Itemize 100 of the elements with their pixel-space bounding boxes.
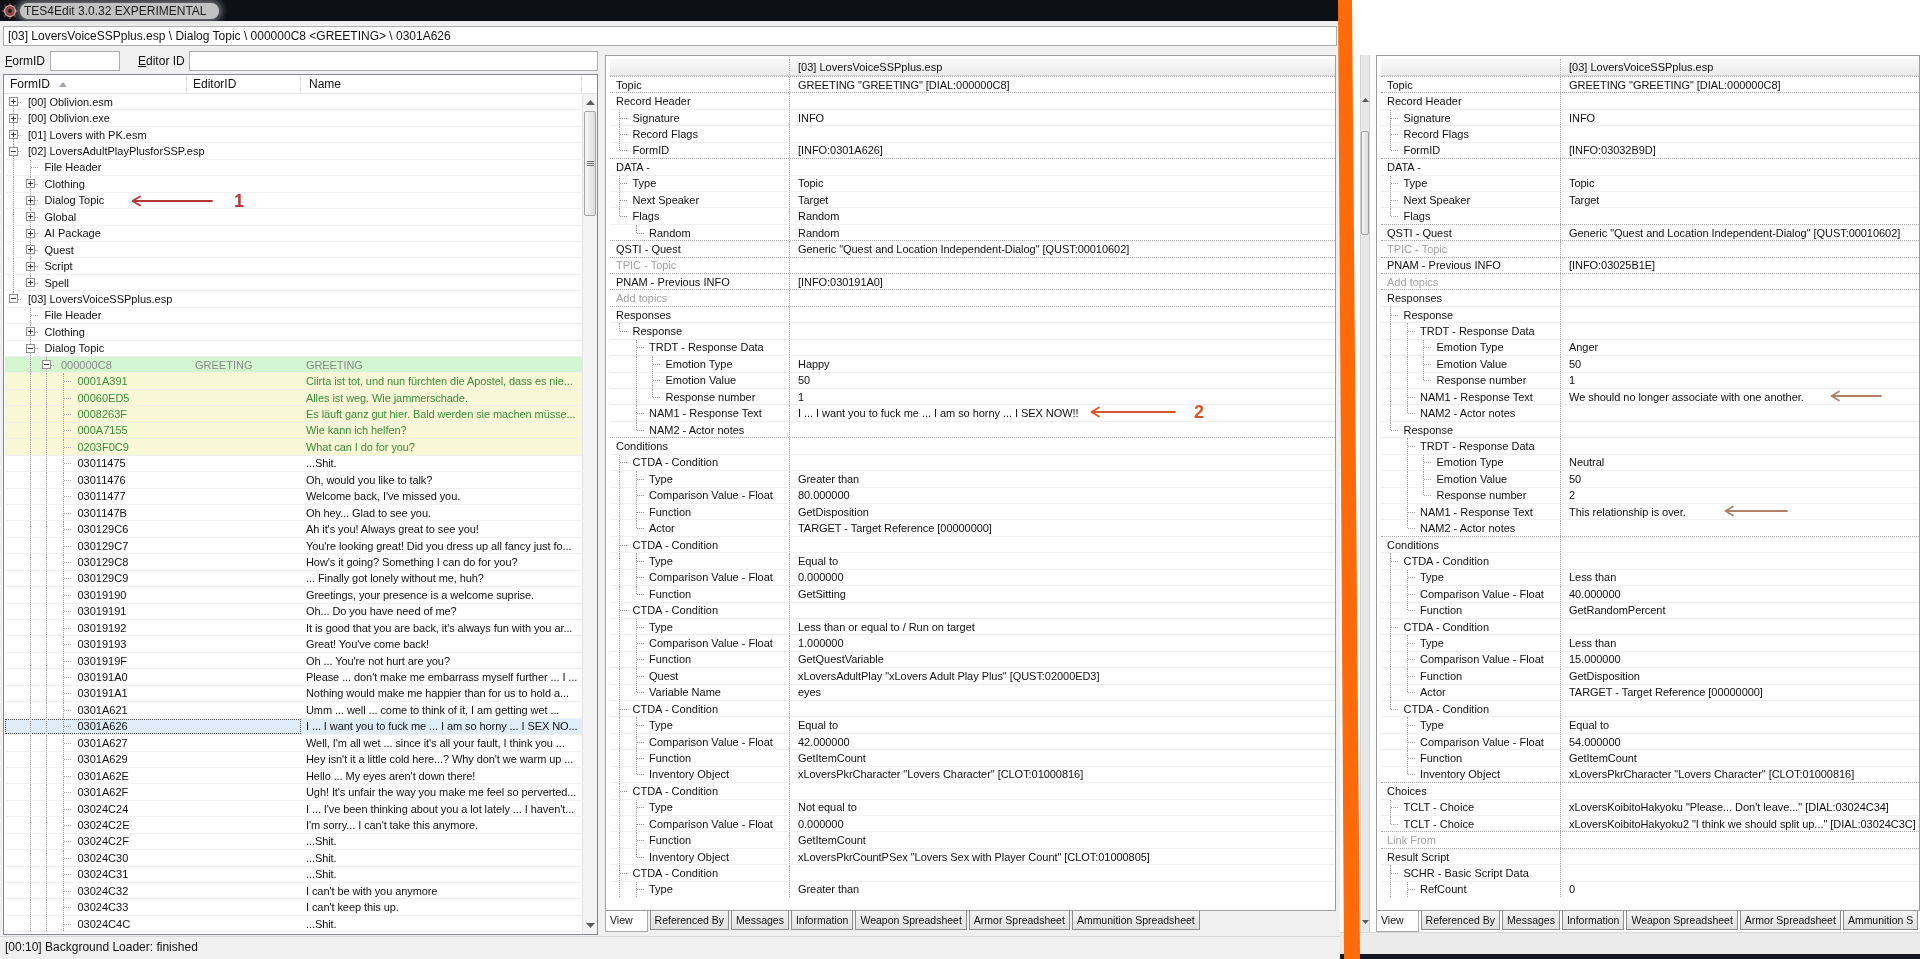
tree-row[interactable]: 03019193 Great! You've come back! [5,636,582,653]
minus-box-icon[interactable] [42,360,51,370]
tree-row[interactable]: [00] Oblivion.exe [5,110,582,127]
form-id: 030191A1 [77,686,128,701]
tree-row[interactable]: 0203F0C9 What can I do for you? [5,439,582,456]
scroll-down-icon[interactable] [1361,920,1369,924]
tree-row[interactable]: 0301A621 Umm ... well ... come to think of it, I am getting wet ... [5,702,582,719]
tab[interactable]: Messages [1502,911,1560,930]
minus-box-icon[interactable] [9,294,18,304]
tree-row[interactable]: 030129C8 How's it going? Something I can do for you? [5,554,582,571]
plus-box-icon[interactable] [25,245,35,255]
field-label: Comparison Value - Float [649,570,773,585]
plus-box-icon[interactable] [25,327,35,337]
tab[interactable]: Information [1561,911,1625,930]
minus-box-icon[interactable] [9,146,18,156]
plus-box-icon[interactable] [9,130,18,140]
tree-row[interactable]: Clothing [5,176,582,193]
tab[interactable]: Armor Spreadsheet [968,911,1070,930]
plus-box-icon[interactable] [25,195,35,205]
field-label: TPIC - Topic [616,258,677,273]
minus-box-icon[interactable] [25,343,35,353]
column-header[interactable]: Name [301,75,582,93]
tree-row[interactable]: 03019192 It is good that you are back, it's always fun with you ar... [5,620,582,637]
plus-box-icon[interactable] [9,97,18,107]
scroll-down-icon[interactable] [585,923,595,928]
tree-row[interactable]: 03024C2E I'm sorry... I can't take this anymore. [5,817,582,834]
field-value: Greater than [798,471,860,486]
filter-field[interactable] [50,50,120,71]
tab[interactable]: Ammunition S [1842,911,1919,930]
field-value: 42.000000 [798,734,850,749]
plus-box-icon[interactable] [25,179,35,189]
column-header[interactable]: EditorID [187,75,301,93]
tree-row[interactable]: [00] Oblivion.esm [5,94,582,111]
column-header[interactable]: FormID [4,75,187,93]
tab[interactable]: Weapon Spreadsheet [1626,911,1738,930]
tree-row[interactable]: 030191A0 Please ... don't make me embarrass myself further ... I ... [5,669,582,686]
field-label: PNAM - Previous INFO [616,274,730,289]
scrollbar-thumb[interactable] [1361,131,1369,235]
tab[interactable]: View [605,911,648,932]
form-id: [02] LoversAdultPlayPlusforSSP.esp [28,144,205,159]
field-label: TRDT - Response Data [1420,324,1535,339]
tree-row[interactable]: Global [5,209,582,226]
tree-row[interactable]: 03024C33 I can't keep this up. [5,899,582,916]
field-label: CTDA - Condition [632,865,719,880]
tree-row[interactable]: 0301A627 Well, I'm all wet ... since it's all your fault, I think you ... [5,735,582,752]
annotation-number: 1 [234,192,244,210]
path-field[interactable]: [03] LoversVoiceSSPplus.esp \ Dialog Topic \ 000000C8 <GREETING> \ 0301A626 [3,26,1337,46]
field-label: TRDT - Response Data [649,340,764,355]
tab[interactable]: Ammunition Spreadsheet [1071,911,1200,930]
filter-field[interactable] [188,50,598,71]
field-value: GetItemCount [798,833,866,848]
field-label: Type [1420,636,1444,651]
plus-box-icon[interactable] [25,212,35,222]
field-label: DATA - [1387,159,1421,174]
tab[interactable]: Referenced By [649,911,730,930]
tree-row[interactable]: 03024C30 ...Shit. [5,850,582,867]
tree-row[interactable]: 03019190 Greetings, your presence is a welcome suprise. [5,587,582,604]
tree-row[interactable]: 03024C32 I can't be with you anymore [5,883,582,900]
tree-row[interactable]: 030129C6 Ah it's you! Always great to see you! [5,521,582,538]
tree-row[interactable]: Clothing [5,324,582,341]
tab[interactable]: Weapon Spreadsheet [855,911,967,930]
tree-row[interactable]: 0008263F Es läuft ganz gut hier. Bald werden sie machen müsse... [5,406,582,423]
form-id: 030129C6 [77,522,129,537]
field-label: Record Header [1387,94,1462,109]
field-value: [INFO:03032B9D] [1569,143,1656,158]
field-value: 54.000000 [1569,734,1621,749]
form-id: 0301919F [77,653,128,668]
record-name: Nothing would make me happier than for us to hold a... [306,686,569,701]
plus-box-icon[interactable] [25,278,35,288]
field-label: RefCount [1420,882,1467,897]
tree-row[interactable]: Script [5,258,582,275]
plus-box-icon[interactable] [25,261,35,271]
tree-row[interactable]: [03] LoversVoiceSSPplus.esp [5,291,582,308]
scroll-up-icon[interactable] [1361,98,1369,102]
form-id: AI Package [44,226,101,241]
scrollbar[interactable] [1360,55,1370,932]
scrollbar-thumb[interactable] [584,111,596,216]
form-id: 03019191 [77,604,127,619]
field-label: Function [1420,751,1463,765]
tree-row[interactable]: 0001A391 Ciirta ist tot, und nun fürchten die Apostel, dass es nie... [5,373,582,390]
tree-row[interactable]: [02] LoversAdultPlayPlusforSSP.esp [5,143,582,160]
tab[interactable]: Information [790,911,854,930]
tree-row[interactable]: 03011476 Oh, would you like to talk? [5,472,582,489]
record-name: I can't be with you anymore [306,883,438,898]
field-label: TPIC - Topic [1387,241,1448,256]
tab[interactable]: Armor Spreadsheet [1739,911,1841,930]
tab[interactable]: View [1376,911,1419,932]
field-label: Type [649,718,673,733]
field-label: Emotion Value [665,373,737,388]
field-label: CTDA - Condition [632,455,719,470]
plus-box-icon[interactable] [9,113,18,123]
field-value: Anger [1569,340,1599,355]
field-label: Response [632,324,683,339]
record-name: ...Shit. [306,456,337,471]
tree-row[interactable]: 0301A62F Ugh! It's unfair the way you make me feel so perverted... [5,784,582,801]
tab[interactable]: Referenced By [1420,911,1501,930]
scrollbar[interactable] [582,94,597,934]
tab[interactable]: Messages [731,911,789,930]
scroll-up-icon[interactable] [585,100,595,105]
plus-box-icon[interactable] [25,228,35,238]
